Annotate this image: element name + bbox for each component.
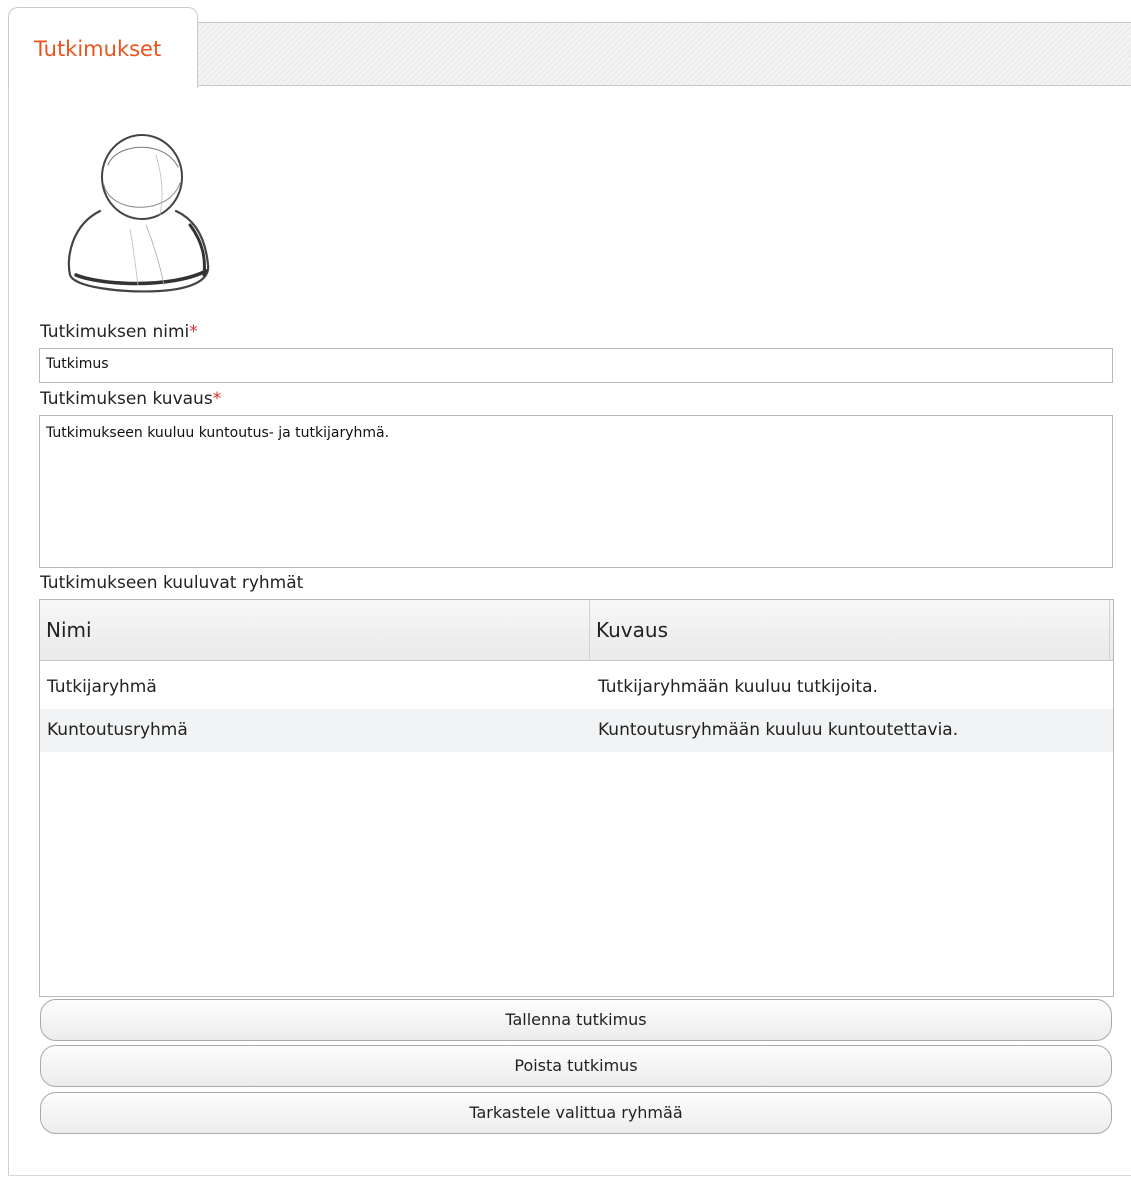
table-row[interactable]: Tutkijaryhmä Tutkijaryhmään kuuluu tutki… — [40, 666, 1113, 709]
description-label-text: Tutkimuksen kuvaus — [40, 389, 213, 409]
view-selected-group-button[interactable]: Tarkastele valittua ryhmää — [40, 1092, 1112, 1134]
row-description: Kuntoutusryhmään kuuluu kuntoutettavia. — [598, 720, 959, 740]
column-header-name[interactable]: Nimi — [40, 600, 590, 660]
tab-tutkimukset[interactable]: Tutkimukset — [8, 7, 198, 88]
panel-border — [8, 1175, 1131, 1176]
row-name: Tutkijaryhmä — [47, 677, 157, 697]
row-name: Kuntoutusryhmä — [47, 720, 188, 740]
description-label: Tutkimuksen kuvaus* — [40, 389, 221, 409]
table-row[interactable]: Kuntoutusryhmä Kuntoutusryhmään kuuluu k… — [40, 709, 1113, 752]
groups-title: Tutkimukseen kuuluvat ryhmät — [40, 573, 304, 593]
column-header-description[interactable]: Kuvaus — [590, 600, 1110, 660]
row-description: Tutkijaryhmään kuuluu tutkijoita. — [598, 677, 878, 697]
delete-research-button[interactable]: Poista tutkimus — [40, 1045, 1112, 1087]
save-research-button[interactable]: Tallenna tutkimus — [40, 999, 1112, 1041]
description-textarea[interactable]: Tutkimukseen kuuluu kuntoutus- ja tutkij… — [39, 415, 1113, 568]
name-label: Tutkimuksen nimi* — [40, 322, 198, 342]
table-header: Nimi Kuvaus — [40, 600, 1113, 661]
name-label-text: Tutkimuksen nimi — [40, 322, 190, 342]
panel-border — [8, 86, 9, 1176]
tab-strip — [197, 22, 1131, 86]
research-page: Tutkimukset Tutkimuksen nimi* Tutkimus T… — [0, 0, 1131, 1182]
groups-table: Nimi Kuvaus Tutkijaryhmä Tutkijaryhmään … — [39, 599, 1114, 997]
tab-label: Tutkimukset — [34, 37, 162, 61]
user-avatar-icon — [67, 134, 210, 293]
required-marker: * — [212, 389, 222, 409]
name-input[interactable]: Tutkimus — [39, 348, 1113, 383]
required-marker: * — [189, 322, 198, 342]
